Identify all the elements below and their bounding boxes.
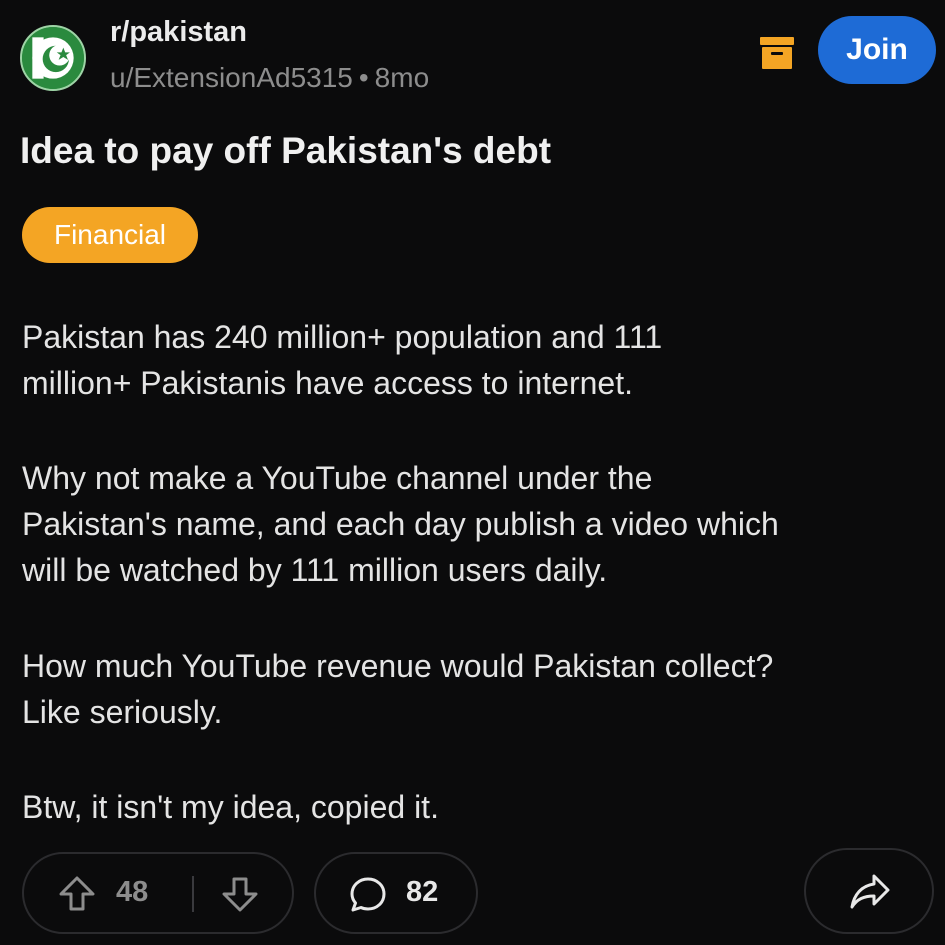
upvote-button[interactable] xyxy=(57,874,97,914)
save-button[interactable] xyxy=(758,34,796,72)
subreddit-name[interactable]: r/pakistan xyxy=(110,16,247,49)
arrow-down-icon xyxy=(222,877,258,912)
share-arrow-icon xyxy=(850,874,890,909)
body-paragraph: Btw, it isn't my idea, copied it. xyxy=(22,789,439,825)
comment-bubble-icon xyxy=(350,877,386,912)
archive-icon xyxy=(760,37,794,69)
post-title[interactable]: Idea to pay off Pakistan's debt xyxy=(20,130,551,172)
body-paragraph: Pakistan has 240 million+ population and… xyxy=(22,319,663,401)
vote-bar: 48 xyxy=(22,852,294,934)
subreddit-avatar[interactable] xyxy=(20,25,86,91)
join-button[interactable]: Join xyxy=(818,16,936,84)
post-flair[interactable]: Financial xyxy=(22,207,198,263)
vote-count: 48 xyxy=(116,876,149,908)
body-paragraph: How much YouTube revenue would Pakistan … xyxy=(22,648,774,730)
downvote-button[interactable] xyxy=(220,874,260,914)
post-age: 8mo xyxy=(374,62,430,93)
comment-count: 82 xyxy=(406,876,439,908)
author-name[interactable]: u/ExtensionAd5315 xyxy=(110,62,353,93)
post-meta: u/ExtensionAd5315 • 8mo xyxy=(110,62,429,94)
comments-button[interactable]: 82 xyxy=(314,852,478,934)
share-button[interactable] xyxy=(804,848,934,934)
vote-divider xyxy=(192,876,194,912)
body-paragraph: Why not make a YouTube channel under the… xyxy=(22,460,779,588)
arrow-up-icon xyxy=(59,876,95,911)
pakistan-flag-icon xyxy=(22,27,84,89)
meta-separator: • xyxy=(358,62,369,93)
